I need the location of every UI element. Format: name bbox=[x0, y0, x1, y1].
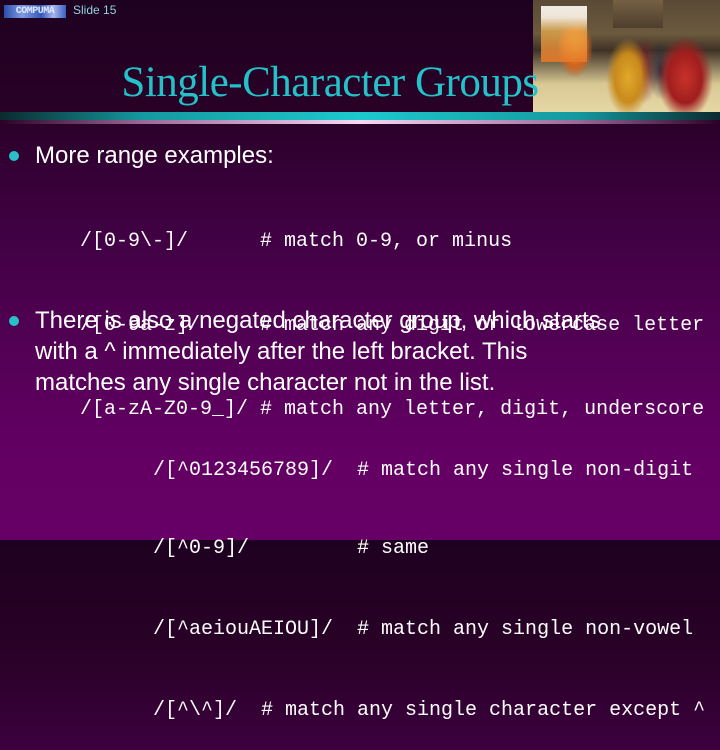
bullet-dot-icon bbox=[9, 151, 19, 161]
code-line: /[^aeiouAEIOU]/ # match any single non-v… bbox=[153, 618, 694, 641]
code-line: /[^0123456789]/ # match any single non-d… bbox=[153, 459, 694, 482]
code-line: /[0-9\-]/ # match 0-9, or minus bbox=[80, 230, 513, 253]
title-divider-teal bbox=[0, 112, 720, 120]
title-divider-pink bbox=[0, 120, 720, 124]
bullet-2-line: with a ^ immediately after the left brac… bbox=[35, 338, 528, 365]
bullet-dot-icon bbox=[9, 316, 19, 326]
photo-costume-sketch bbox=[541, 6, 587, 62]
company-logo: COMPUMA bbox=[4, 5, 66, 18]
bullet-2-text: There is also a negated character group,… bbox=[35, 305, 601, 398]
slide-title: Single-Character Groups bbox=[0, 58, 600, 107]
photo-balcony-detail bbox=[613, 0, 663, 28]
code-block-2: /[^0123456789]/ # match any single non-d… bbox=[153, 406, 705, 750]
bullet-2-line: There is also a negated character group,… bbox=[35, 307, 601, 334]
slide-title-text: Single-Character Groups bbox=[121, 59, 539, 106]
bullet-2-line: matches any single character not in the … bbox=[35, 369, 496, 396]
bullet-1-text: More range examples: bbox=[35, 142, 274, 169]
slide-number: Slide 15 bbox=[73, 3, 117, 17]
code-line: /[^\^]/ # match any single character exc… bbox=[153, 699, 706, 722]
